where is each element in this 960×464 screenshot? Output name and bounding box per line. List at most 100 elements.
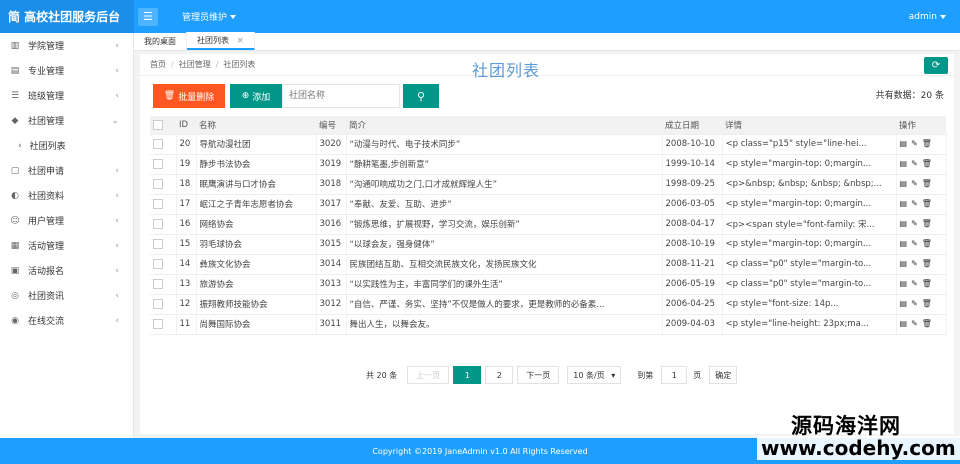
select-all-checkbox[interactable]: [153, 119, 163, 130]
sidebar-item-club[interactable]: ◆ 社团管理 ⌄: [0, 108, 133, 133]
row-select-cell[interactable]: [150, 134, 177, 155]
row-select-cell[interactable]: [150, 154, 177, 175]
edit-icon[interactable]: ✎: [911, 239, 918, 248]
edit-icon[interactable]: ✎: [911, 299, 918, 308]
sidebar-item-major[interactable]: ▤ 专业管理 ‹: [0, 58, 133, 83]
view-icon[interactable]: ▤: [900, 279, 908, 288]
table-row[interactable]: 13 旅游协会 3013 “以实践性为主，丰富同学们的课外生活” 2006-05-19 <…: [150, 274, 947, 295]
tab-my-desktop[interactable]: 我的桌面: [134, 32, 187, 50]
view-icon[interactable]: ▤: [900, 179, 908, 188]
view-icon[interactable]: ▤: [900, 159, 908, 168]
delete-icon[interactable]: 🗑: [922, 159, 932, 168]
delete-icon[interactable]: 🗑: [922, 239, 932, 248]
goto-page-input[interactable]: 1: [661, 366, 688, 384]
sidebar-item-label: 活动管理: [28, 242, 65, 252]
chevron-left-icon: ‹: [115, 240, 119, 251]
row-checkbox[interactable]: [153, 198, 163, 209]
cell-code: 3020: [316, 134, 347, 155]
delete-icon[interactable]: 🗑: [922, 179, 932, 188]
view-icon[interactable]: ▤: [900, 319, 908, 328]
sidebar-item-club-apply[interactable]: ▢ 社团申请 ‹: [0, 158, 133, 183]
page-size-select[interactable]: 10 条/页 ▾: [567, 366, 622, 384]
sidebar-subitem-club-list[interactable]: › 社团列表: [0, 133, 133, 158]
page-1-button[interactable]: 1: [453, 366, 482, 384]
row-select-cell[interactable]: [150, 274, 177, 295]
row-checkbox[interactable]: [153, 138, 163, 149]
delete-icon[interactable]: 🗑: [922, 219, 932, 228]
batch-delete-button[interactable]: 🗑 批量删除: [153, 84, 225, 108]
row-checkbox[interactable]: [153, 178, 163, 189]
edit-icon[interactable]: ✎: [911, 259, 918, 268]
add-button[interactable]: ⊕ 添加: [230, 84, 282, 108]
breadcrumb-level1[interactable]: 社团管理: [179, 59, 211, 70]
admin-menu[interactable]: 管理员维护: [182, 10, 237, 23]
row-checkbox[interactable]: [153, 258, 163, 269]
breadcrumb-home[interactable]: 首页: [150, 59, 166, 70]
user-menu[interactable]: admin: [909, 12, 946, 22]
view-icon[interactable]: ▤: [900, 259, 908, 268]
table-row[interactable]: 11 尚舞国际协会 3011 舞出人生，以舞会友。 2009-04-03 <p style…: [150, 314, 947, 335]
delete-icon[interactable]: 🗑: [922, 199, 932, 208]
sidebar-item-activity[interactable]: ▦ 活动管理 ‹: [0, 233, 133, 258]
table-row[interactable]: 12 振翔教师技能协会 3012 “自信、严谨、务实、坚持”不仅是做人的要求，更是教师…: [150, 294, 947, 315]
select-all-cell[interactable]: [150, 116, 176, 135]
row-select-cell[interactable]: [150, 294, 177, 315]
table-row[interactable]: 19 静步书法协会 3019 “静耕笔墨,步创新意” 1999-10-14 <p styl…: [150, 154, 947, 175]
delete-icon[interactable]: 🗑: [922, 259, 932, 268]
row-checkbox[interactable]: [153, 318, 163, 329]
row-select-cell[interactable]: [150, 174, 177, 195]
menu-toggle-button[interactable]: ☰: [138, 7, 158, 26]
search-input[interactable]: [282, 84, 400, 108]
row-select-cell[interactable]: [150, 254, 177, 275]
row-select-cell[interactable]: [150, 314, 177, 335]
delete-icon[interactable]: 🗑: [922, 319, 932, 328]
table-row[interactable]: 20 导航动漫社团 3020 “动漫与时代、电子技术同步” 2008-10-10 <p c…: [150, 134, 947, 155]
tab-club-list[interactable]: 社团列表 ✕: [187, 32, 255, 50]
user-icon: ☺: [10, 215, 20, 226]
edit-icon[interactable]: ✎: [911, 319, 918, 328]
delete-icon[interactable]: 🗑: [922, 299, 932, 308]
delete-icon[interactable]: 🗑: [922, 139, 932, 148]
table-row[interactable]: 17 岷江之子青年志愿者协会 3017 “奉献、友爱、互助、进步” 2006-03-05…: [150, 194, 947, 215]
table-row[interactable]: 14 彝族文化协会 3014 民族团结互助、互相交流民族文化，发扬民族文化 2008-1…: [150, 254, 947, 275]
sidebar-item-users[interactable]: ☺ 用户管理 ‹: [0, 208, 133, 233]
row-select-cell[interactable]: [150, 214, 177, 235]
row-checkbox[interactable]: [153, 238, 163, 249]
sidebar-item-club-info[interactable]: ◐ 社团资料 ‹: [0, 183, 133, 208]
sidebar-item-class[interactable]: ☰ 班级管理 ‹: [0, 83, 133, 108]
search-button[interactable]: ⚲: [403, 84, 439, 108]
edit-icon[interactable]: ✎: [911, 179, 918, 188]
sidebar-item-college[interactable]: ▥ 学院管理 ‹: [0, 33, 133, 58]
sidebar-item-chat[interactable]: ◉ 在线交流 ‹: [0, 308, 133, 333]
table-row[interactable]: 16 网络协会 3016 “锻炼思维，扩展视野，学习交流，娱乐创新” 2008-04-1…: [150, 214, 947, 235]
delete-icon[interactable]: 🗑: [922, 279, 932, 288]
page-2-button[interactable]: 2: [485, 366, 514, 384]
next-page-button[interactable]: 下一页: [517, 366, 560, 384]
table-row[interactable]: 18 眠鹰演讲与口才协会 3018 “沟通叩响成功之门,口才成就辉煌人生” 1998-0…: [150, 174, 947, 195]
prev-page-button[interactable]: 上一页: [407, 366, 450, 384]
row-select-cell[interactable]: [150, 194, 177, 215]
edit-icon[interactable]: ✎: [911, 159, 918, 168]
row-checkbox[interactable]: [153, 218, 163, 229]
row-checkbox[interactable]: [153, 158, 163, 169]
goto-confirm-button[interactable]: 确定: [709, 366, 738, 384]
edit-icon[interactable]: ✎: [911, 199, 918, 208]
edit-icon[interactable]: ✎: [911, 139, 918, 148]
edit-icon[interactable]: ✎: [911, 219, 918, 228]
sidebar-item-signup[interactable]: ▣ 活动报名 ‹: [0, 258, 133, 283]
view-icon[interactable]: ▤: [900, 219, 908, 228]
row-checkbox[interactable]: [153, 278, 163, 289]
close-icon[interactable]: ✕: [237, 36, 244, 45]
row-checkbox[interactable]: [153, 298, 163, 309]
sidebar-item-news[interactable]: ◎ 社团资讯 ‹: [0, 283, 133, 308]
view-icon[interactable]: ▤: [900, 239, 908, 248]
edit-icon[interactable]: ✎: [911, 279, 918, 288]
row-select-cell[interactable]: [150, 234, 177, 255]
page-unit-label: 页: [693, 370, 702, 380]
table-row[interactable]: 15 羽毛球协会 3015 “以球会友，强身健体” 2008-10-19 <p style…: [150, 234, 947, 255]
view-icon[interactable]: ▤: [900, 199, 908, 208]
refresh-button[interactable]: ⟳: [924, 57, 948, 74]
view-icon[interactable]: ▤: [900, 139, 908, 148]
cell-code: 3019: [316, 154, 347, 175]
view-icon[interactable]: ▤: [900, 299, 908, 308]
